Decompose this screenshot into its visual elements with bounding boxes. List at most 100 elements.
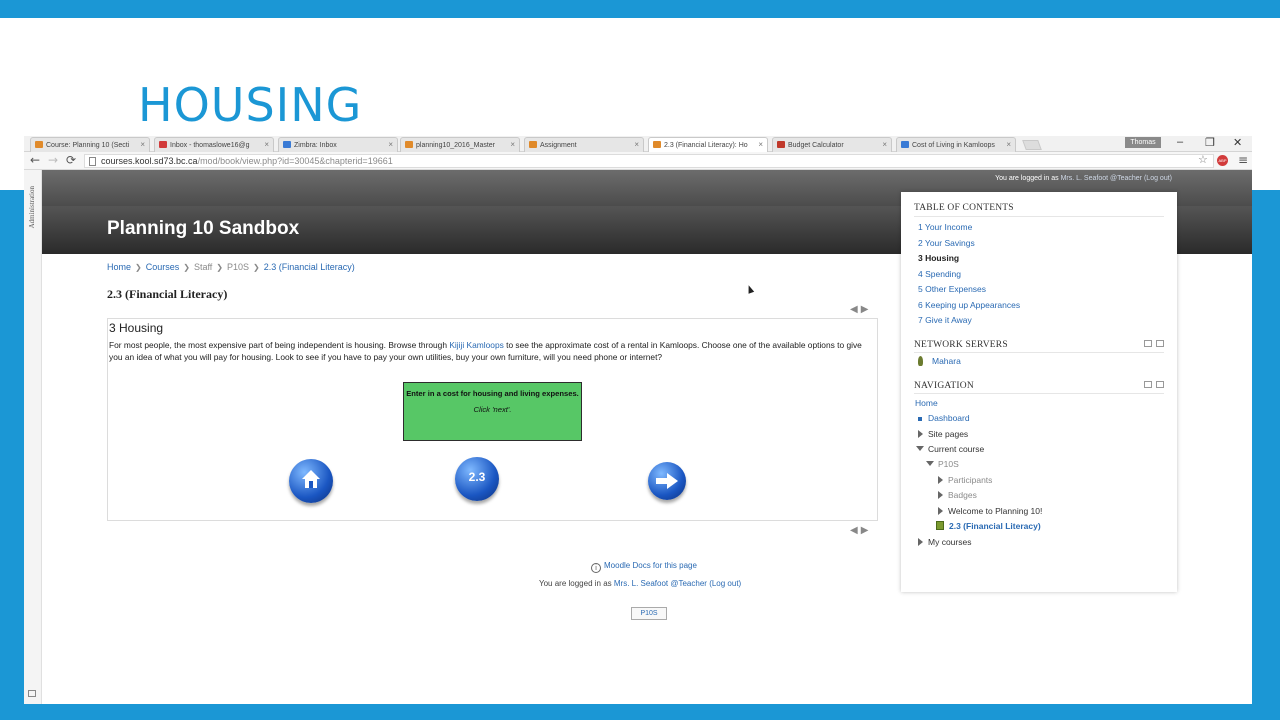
forward-icon[interactable]: → xyxy=(48,153,58,167)
expand-icon[interactable] xyxy=(918,430,923,438)
browser-tab[interactable]: Assignment × xyxy=(524,137,644,152)
nav-badges[interactable]: Badges xyxy=(948,490,977,500)
close-tab-icon[interactable]: × xyxy=(1006,140,1011,149)
close-window-icon[interactable]: ✕ xyxy=(1233,136,1242,149)
nav-block-hide-icon[interactable] xyxy=(1144,381,1152,388)
section-badge-label: 2.3 xyxy=(468,470,486,484)
nav-my-courses[interactable]: My courses xyxy=(928,537,971,547)
browser-tab[interactable]: Course: Planning 10 (Secti × xyxy=(30,137,150,152)
prev-chapter-icon[interactable]: ◀ xyxy=(850,304,861,315)
course-collapse-icon[interactable] xyxy=(926,461,934,466)
adblock-icon[interactable]: ABP xyxy=(1217,155,1228,166)
close-tab-icon[interactable]: × xyxy=(634,140,639,149)
close-tab-icon[interactable]: × xyxy=(388,140,393,149)
next-chapter-icon-bottom[interactable]: ▶ xyxy=(861,525,872,536)
nav-current-book[interactable]: 2.3 (Financial Literacy) xyxy=(949,521,1041,531)
browser-tab[interactable]: Inbox - thomaslowe16@g × xyxy=(154,137,274,152)
nav-dashboard[interactable]: Dashboard xyxy=(928,413,970,423)
browser-tab[interactable]: Zimbra: Inbox × xyxy=(278,137,398,152)
nav-home[interactable]: Home xyxy=(915,398,938,408)
reload-icon[interactable]: ⟳ xyxy=(66,153,76,167)
toc-item[interactable]: 5 Other Expenses xyxy=(918,284,986,294)
toc-item[interactable]: 1 Your Income xyxy=(918,222,972,232)
block-hide-icon[interactable] xyxy=(1144,340,1152,347)
breadcrumb-staff[interactable]: Staff xyxy=(194,262,212,272)
participants-expand-icon[interactable] xyxy=(938,476,943,484)
instruction-box: Enter in a cost for housing and living e… xyxy=(403,382,582,441)
footer-login-info: You are logged in as Mrs. L. Seafoot @Te… xyxy=(539,579,741,588)
mahara-link[interactable]: Mahara xyxy=(932,356,961,366)
next-button[interactable] xyxy=(648,462,686,500)
chapter-title: 3 Housing xyxy=(109,321,164,335)
browser-tab[interactable]: planning10_2016_Master × xyxy=(400,137,520,152)
browser-tab[interactable]: 2.3 (Financial Literacy): Ho × xyxy=(648,137,768,152)
tab-label: Assignment xyxy=(540,142,577,149)
url-input[interactable]: courses.kool.sd73.bc.ca/mod/book/view.ph… xyxy=(84,154,1214,168)
browser-tab[interactable]: Budget Calculator × xyxy=(772,137,892,152)
top-login-info: You are logged in as Mrs. L. Seafoot @Te… xyxy=(995,175,1172,182)
moodle-docs-link[interactable]: i Moodle Docs for this page xyxy=(591,561,697,573)
zimbra-icon xyxy=(283,141,291,148)
administration-strip[interactable]: Administration xyxy=(24,170,42,704)
dock-icon[interactable] xyxy=(28,690,36,697)
moodle-icon xyxy=(35,141,43,148)
breadcrumb-home[interactable]: Home xyxy=(107,262,131,272)
slide-title: HOUSING xyxy=(138,78,363,132)
collapse-icon[interactable] xyxy=(916,446,924,451)
footer-user-link[interactable]: Mrs. L. Seafoot @Teacher xyxy=(614,579,707,588)
browser-tab[interactable]: Cost of Living in Kamloops × xyxy=(896,137,1016,152)
close-tab-icon[interactable]: × xyxy=(140,140,145,149)
toc-divider xyxy=(914,216,1164,217)
close-tab-icon[interactable]: × xyxy=(510,140,515,149)
home-button[interactable] xyxy=(289,459,333,503)
welcome-expand-icon[interactable] xyxy=(938,507,943,515)
info-icon: i xyxy=(591,563,601,573)
toc-item[interactable]: 6 Keeping up Appearances xyxy=(918,300,1020,310)
minimize-icon[interactable]: – xyxy=(1177,136,1183,148)
tab-label: Zimbra: Inbox xyxy=(294,142,337,149)
nav-welcome[interactable]: Welcome to Planning 10! xyxy=(948,506,1042,516)
my-courses-expand-icon[interactable] xyxy=(918,538,923,546)
moodle-icon xyxy=(405,141,413,148)
prev-chapter-icon-bottom[interactable]: ◀ xyxy=(850,525,861,536)
chapter-content: 3 Housing For most people, the most expe… xyxy=(107,318,878,521)
footer-logout-link[interactable]: (Log out) xyxy=(709,579,741,588)
close-tab-icon[interactable]: × xyxy=(264,140,269,149)
nav-course-code[interactable]: P10S xyxy=(938,459,959,469)
browser-menu-icon[interactable]: ≡ xyxy=(1238,153,1248,167)
nav-current-course[interactable]: Current course xyxy=(928,444,984,454)
restore-icon[interactable]: ❐ xyxy=(1205,136,1215,149)
next-chapter-icon[interactable]: ▶ xyxy=(861,304,872,315)
nav-block-dock-icon[interactable] xyxy=(1156,381,1164,388)
toc-item[interactable]: 7 Give it Away xyxy=(918,315,972,325)
top-login-user-link[interactable]: Mrs. L. Seafoot @Teacher xyxy=(1061,175,1142,182)
profile-button[interactable]: Thomas xyxy=(1125,137,1161,148)
bookmark-star-icon[interactable]: ☆ xyxy=(1198,153,1208,166)
toc-title: TABLE OF CONTENTS xyxy=(914,203,1014,213)
new-tab-button[interactable] xyxy=(1022,140,1042,150)
toc-item[interactable]: 2 Your Savings xyxy=(918,238,975,248)
close-tab-icon[interactable]: × xyxy=(882,140,887,149)
close-tab-icon[interactable]: × xyxy=(758,140,763,149)
site-icon xyxy=(901,141,909,148)
breadcrumb-book[interactable]: 2.3 (Financial Literacy) xyxy=(264,262,355,272)
moodle-page: Administration You are logged in as Mrs.… xyxy=(24,170,1252,704)
section-badge-button[interactable]: 2.3 xyxy=(455,457,499,501)
breadcrumb-course[interactable]: P10S xyxy=(227,262,249,272)
tab-label: Course: Planning 10 (Secti xyxy=(46,142,130,149)
back-icon[interactable]: ← xyxy=(30,153,40,167)
footer-course-button[interactable]: P10S xyxy=(631,607,667,620)
breadcrumb-courses[interactable]: Courses xyxy=(146,262,180,272)
site-name: Planning 10 Sandbox xyxy=(107,218,300,239)
nav-site-pages[interactable]: Site pages xyxy=(928,429,968,439)
nav-participants[interactable]: Participants xyxy=(948,475,992,485)
breadcrumb: Home ❯ Courses ❯ Staff ❯ P10S ❯ 2.3 (Financial L… xyxy=(107,262,355,272)
top-logout-link[interactable]: (Log out) xyxy=(1144,175,1172,182)
toc-item[interactable]: 4 Spending xyxy=(918,269,961,279)
kijiji-link[interactable]: Kijiji Kamloops xyxy=(449,340,503,350)
slide: HOUSING Course: Planning 10 (Secti × Inbox… xyxy=(0,0,1280,720)
book-title: 2.3 (Financial Literacy) xyxy=(107,287,228,301)
address-bar: ← → ⟳ courses.kool.sd73.bc.ca/mod/book/v… xyxy=(24,152,1252,170)
badges-expand-icon[interactable] xyxy=(938,491,943,499)
block-dock-icon[interactable] xyxy=(1156,340,1164,347)
